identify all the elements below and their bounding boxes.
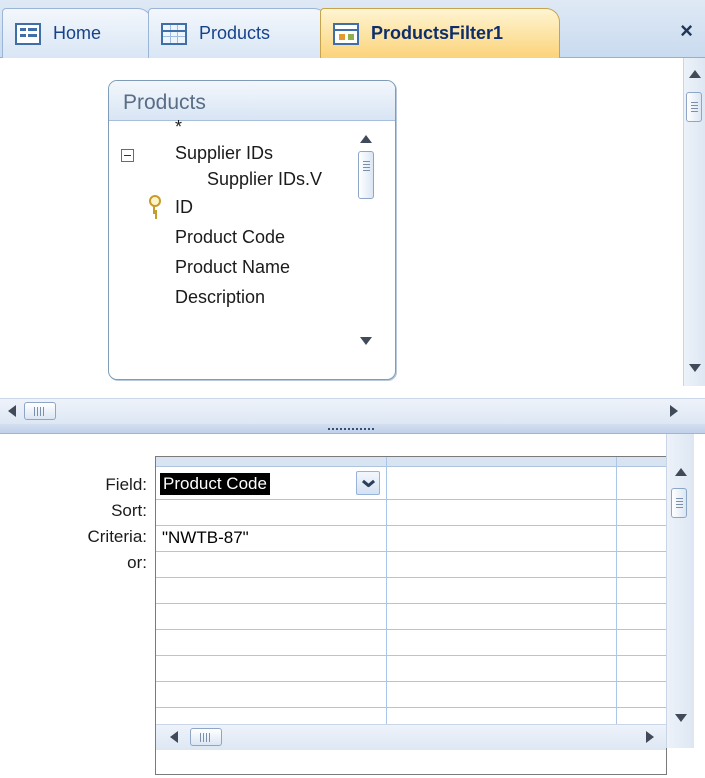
- field-list-scrollbar[interactable]: [355, 121, 377, 361]
- field-value-col1[interactable]: Product Code: [160, 473, 270, 495]
- tab-products-label: Products: [199, 23, 271, 43]
- field-list-item-product-name[interactable]: Product Name: [175, 255, 290, 279]
- grid-line: [386, 457, 387, 747]
- query-table-pane: Products * Supplier IDs Supplier IDs.V I…: [0, 58, 705, 424]
- pane-splitter[interactable]: [0, 424, 705, 434]
- table-pane-vertical-scrollbar[interactable]: [683, 58, 705, 386]
- grid-horizontal-scrollbar[interactable]: [156, 724, 666, 750]
- scroll-up-arrow-icon[interactable]: [360, 135, 372, 143]
- tab-home-label: Home: [53, 23, 102, 43]
- row-label-or: or:: [127, 553, 147, 572]
- splitter-grip-icon[interactable]: [328, 428, 374, 430]
- row-label-field: Field:: [105, 475, 147, 494]
- field-list-item-product-code[interactable]: Product Code: [175, 225, 285, 249]
- primary-key-icon: [147, 195, 161, 215]
- field-cell-col2[interactable]: [392, 471, 612, 497]
- criteria-cell-col2[interactable]: [392, 525, 612, 551]
- or-cell-col1[interactable]: [162, 551, 382, 577]
- field-dropdown-button[interactable]: [356, 471, 380, 495]
- scroll-thumb[interactable]: [671, 488, 687, 518]
- scroll-left-arrow-icon[interactable]: [170, 731, 178, 743]
- grid-row-labels: Field: Sort: Criteria: or:: [0, 434, 153, 778]
- row-label-criteria: Criteria:: [87, 527, 147, 546]
- grid-border: [155, 774, 667, 775]
- grid-line: [156, 707, 666, 708]
- collapse-icon[interactable]: [121, 149, 134, 162]
- query-icon: [333, 22, 359, 45]
- scroll-down-arrow-icon[interactable]: [689, 364, 701, 372]
- tab-productsfilter1[interactable]: ProductsFilter1: [320, 8, 560, 58]
- grid-line: [156, 655, 666, 656]
- grid-vertical-scrollbar[interactable]: [666, 434, 694, 748]
- field-list-item-id[interactable]: ID: [175, 195, 193, 219]
- column-selector-bar[interactable]: [156, 457, 666, 467]
- scroll-thumb[interactable]: [358, 151, 374, 199]
- scroll-right-arrow-icon[interactable]: [670, 405, 678, 417]
- scroll-thumb[interactable]: [686, 92, 702, 122]
- field-list-products[interactable]: Products * Supplier IDs Supplier IDs.V I…: [108, 80, 396, 380]
- table-pane-horizontal-scrollbar[interactable]: [0, 398, 705, 424]
- form-icon: [15, 22, 41, 45]
- tab-products[interactable]: Products: [148, 8, 328, 58]
- field-list-title[interactable]: Products: [109, 81, 395, 121]
- grid-line: [156, 577, 666, 578]
- grid-line: [616, 457, 617, 747]
- close-icon[interactable]: ×: [680, 18, 693, 44]
- or-cell-col2[interactable]: [392, 551, 612, 577]
- sort-cell-col1[interactable]: [162, 499, 382, 525]
- field-cell-col1[interactable]: Product Code: [160, 471, 384, 497]
- query-design-grid-pane: Field: Sort: Criteria: or: Product Code …: [0, 434, 705, 778]
- scroll-down-arrow-icon[interactable]: [675, 714, 687, 722]
- table-icon: [161, 22, 187, 45]
- row-label-sort: Sort:: [111, 501, 147, 520]
- scroll-left-arrow-icon[interactable]: [8, 405, 16, 417]
- grid-line: [156, 629, 666, 630]
- field-list-item-supplier-ids[interactable]: Supplier IDs: [175, 141, 273, 165]
- scroll-thumb[interactable]: [190, 728, 222, 746]
- tab-home[interactable]: Home: [2, 8, 152, 58]
- tab-productsfilter1-label: ProductsFilter1: [371, 23, 504, 43]
- scroll-up-arrow-icon[interactable]: [675, 468, 687, 476]
- grid-line: [156, 681, 666, 682]
- field-list-item-description[interactable]: Description: [175, 285, 265, 309]
- field-list-body: * Supplier IDs Supplier IDs.V ID Product…: [109, 117, 395, 379]
- chevron-down-icon: [363, 478, 373, 488]
- document-tab-strip: Home Products ProductsFilter1 ×: [0, 0, 705, 58]
- sort-cell-col2[interactable]: [392, 499, 612, 525]
- field-list-item-all[interactable]: *: [175, 115, 182, 139]
- scroll-up-arrow-icon[interactable]: [689, 70, 701, 78]
- criteria-cell-col1[interactable]: "NWTB-87": [162, 525, 382, 551]
- scroll-thumb[interactable]: [24, 402, 56, 420]
- scroll-down-arrow-icon[interactable]: [360, 337, 372, 345]
- scroll-right-arrow-icon[interactable]: [646, 731, 654, 743]
- field-list-item-supplier-ids-value[interactable]: Supplier IDs.V: [207, 167, 322, 191]
- grid-line: [156, 603, 666, 604]
